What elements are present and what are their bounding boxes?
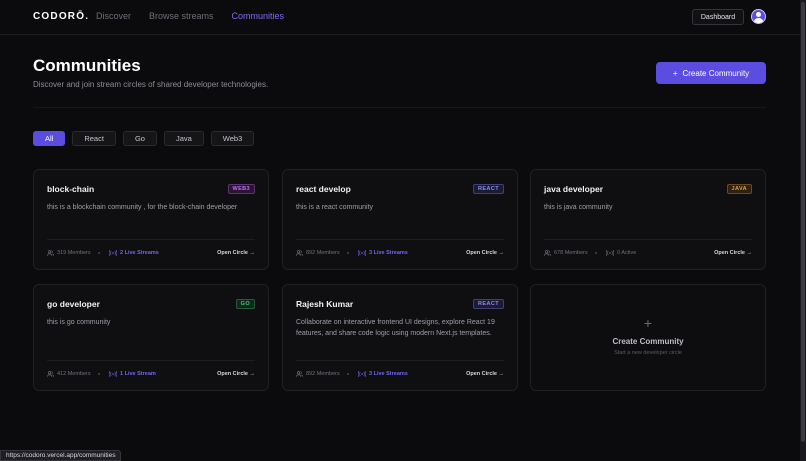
filter-chips: All React Go Java Web3 (33, 131, 255, 146)
community-card[interactable]: java developer JAVA this is java community… (530, 169, 766, 270)
user-head-icon (756, 12, 761, 17)
logo[interactable]: CODORŌ. (33, 11, 89, 22)
stream-count: 0 Active (606, 250, 636, 256)
tech-tag-badge: JAVA (726, 184, 752, 194)
community-card[interactable]: react develop REACT this is a react commun… (282, 169, 518, 270)
users-icon (544, 250, 551, 256)
member-count-label: 892 Members (306, 250, 340, 256)
card-description: this is a react community (296, 204, 374, 211)
broadcast-icon (606, 250, 614, 256)
card-description: this is java community (544, 204, 613, 211)
users-icon (47, 371, 54, 377)
open-circle-link[interactable]: Open Circle → (217, 371, 255, 377)
tech-tag-badge: REACT (473, 184, 504, 194)
broadcast-icon (358, 371, 366, 377)
member-count-label: 892 Members (306, 371, 340, 377)
nav-link-discover[interactable]: Discover (96, 11, 131, 21)
member-count: 892 Members (296, 250, 340, 256)
stream-count-label: 3 Live Streams (369, 250, 408, 256)
avatar[interactable] (751, 9, 766, 24)
separator-dot (347, 373, 349, 375)
separator-dot (98, 373, 100, 375)
card-title: Rajesh Kumar (296, 299, 354, 309)
create-card-subtitle: Start a new developer circle (614, 350, 682, 356)
filter-go[interactable]: Go (122, 131, 157, 146)
card-footer: 892 Members 3 Live Streams Open Circle → (296, 360, 504, 378)
create-community-button[interactable]: + Create Community (656, 62, 766, 84)
card-title: java developer (544, 184, 604, 194)
member-count: 412 Members (47, 371, 91, 377)
dashboard-button[interactable]: Dashboard (692, 9, 744, 25)
card-description: this is go community (47, 319, 111, 326)
card-description: Collaborate on interactive frontend UI d… (296, 319, 495, 337)
create-card-title: Create Community (612, 337, 684, 346)
stream-count: 3 Live Streams (358, 250, 408, 256)
broadcast-icon (109, 371, 117, 377)
card-title: block-chain (47, 184, 95, 194)
stream-count-label: 2 Live Streams (120, 250, 159, 256)
broadcast-icon (109, 250, 117, 256)
filter-web3[interactable]: Web3 (210, 131, 255, 146)
page-subtitle: Discover and join stream circles of shar… (33, 80, 269, 89)
member-count-label: 319 Members (57, 250, 91, 256)
member-count: 678 Members (544, 250, 588, 256)
member-count-label: 412 Members (57, 371, 91, 377)
stream-count: 2 Live Streams (109, 250, 159, 256)
stream-count-label: 0 Active (617, 250, 637, 256)
create-community-label: Create Community (682, 68, 750, 78)
top-nav: CODORŌ. Discover Browse streams Communit… (0, 0, 800, 35)
separator-dot (595, 252, 597, 254)
separator-dot (98, 252, 100, 254)
open-circle-link[interactable]: Open Circle → (466, 371, 504, 377)
open-circle-link[interactable]: Open Circle → (217, 250, 255, 256)
open-circle-link[interactable]: Open Circle → (714, 250, 752, 256)
community-card[interactable]: Rajesh Kumar REACT Collaborate on interact… (282, 284, 518, 391)
separator-dot (347, 252, 349, 254)
stream-count: 3 Live Streams (358, 371, 408, 377)
filter-react[interactable]: React (72, 131, 116, 146)
community-card[interactable]: block-chain WEB3 this is a blockchain comm… (33, 169, 269, 270)
plus-icon: + (672, 68, 678, 78)
card-footer: 678 Members 0 Active Open Circle → (544, 239, 752, 257)
open-circle-link[interactable]: Open Circle → (466, 250, 504, 256)
user-body-icon (754, 18, 763, 23)
community-card[interactable]: go developer GO this is go community 412 Me… (33, 284, 269, 391)
scrollbar-thumb[interactable] (801, 2, 805, 442)
member-count: 319 Members (47, 250, 91, 256)
broadcast-icon (358, 250, 366, 256)
nav-link-communities[interactable]: Communities (232, 11, 285, 21)
filter-all[interactable]: All (33, 131, 66, 146)
card-title: go developer (47, 299, 100, 309)
create-community-card[interactable]: + Create Community Start a new developer… (530, 284, 766, 391)
tech-tag-badge: WEB3 (227, 184, 255, 194)
divider (33, 107, 766, 108)
tech-tag-badge: GO (235, 299, 255, 309)
card-footer: 892 Members 3 Live Streams Open Circle → (296, 239, 504, 257)
stream-count: 1 Live Stream (109, 371, 156, 377)
member-count-label: 678 Members (554, 250, 588, 256)
stream-count-label: 1 Live Stream (120, 371, 156, 377)
tech-tag-badge: REACT (473, 299, 504, 309)
card-description: this is a blockchain community , for the… (47, 204, 238, 211)
card-footer: 412 Members 1 Live Stream Open Circle → (47, 360, 255, 378)
card-title: react develop (296, 184, 351, 194)
nav-link-browse-streams[interactable]: Browse streams (149, 11, 214, 21)
link-status-bar: https://codoro.vercel.app/communities (0, 450, 122, 461)
member-count: 892 Members (296, 371, 340, 377)
users-icon (47, 250, 54, 256)
users-icon (296, 250, 303, 256)
stream-count-label: 3 Live Streams (369, 371, 408, 377)
page-title: Communities (33, 56, 141, 75)
card-footer: 319 Members 2 Live Streams Open Circle → (47, 239, 255, 257)
filter-java[interactable]: Java (163, 131, 204, 146)
plus-icon: + (643, 315, 653, 331)
nav-links: Discover Browse streams Communities (96, 11, 284, 21)
users-icon (296, 371, 303, 377)
